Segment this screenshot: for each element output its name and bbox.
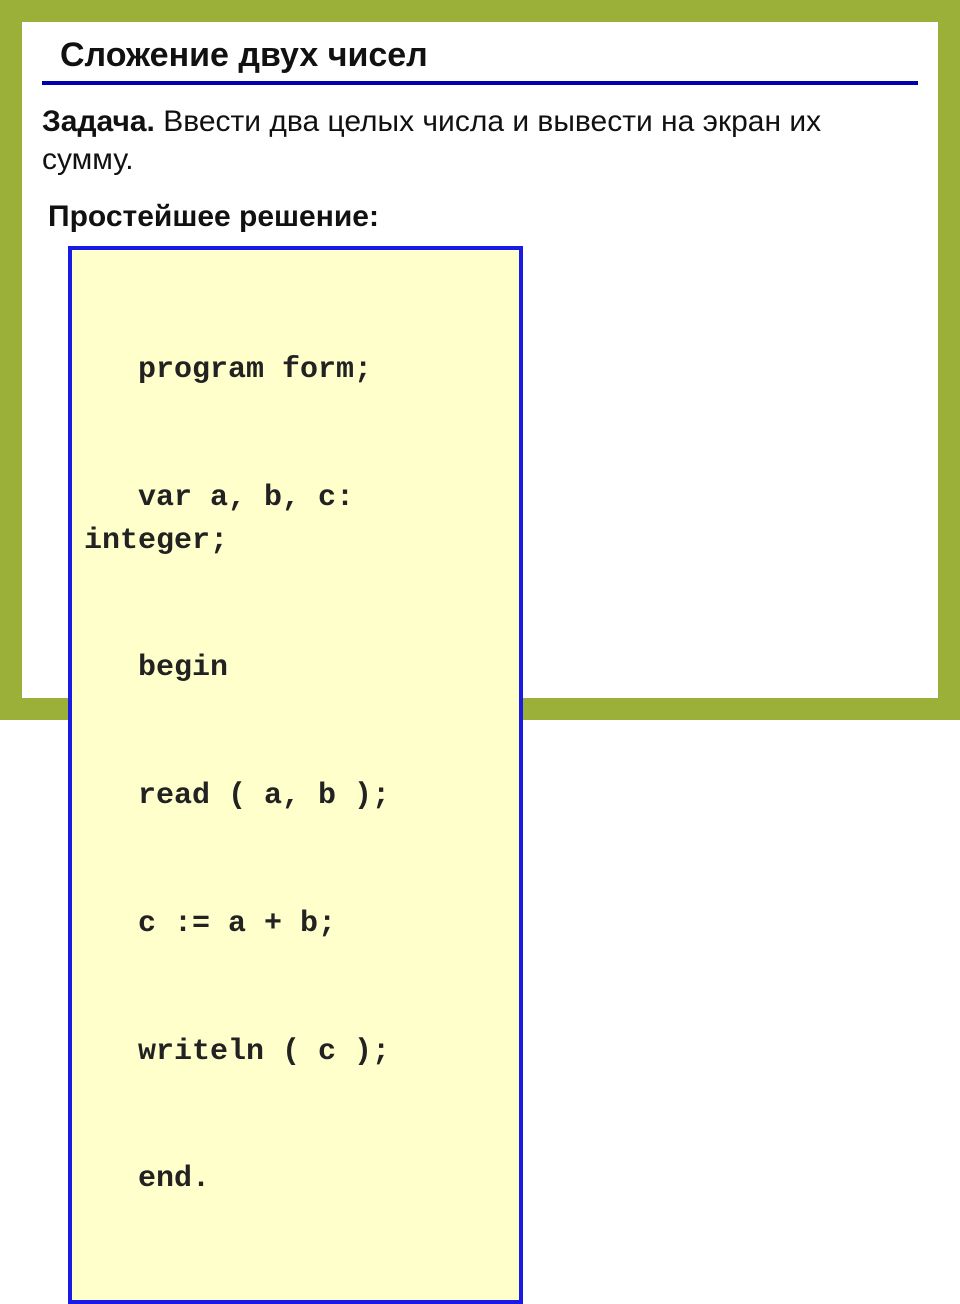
code-line: end. [84,1158,509,1201]
title-underline [42,81,918,85]
code-box: program form; var a, b, c: integer; begi… [68,246,523,1304]
slide-title: Сложение двух чисел [60,36,918,75]
task-label: Задача. [42,105,155,138]
code-listing: program form; var a, b, c: integer; begi… [84,264,509,1286]
code-line: var a, b, c: integer; [84,477,509,562]
slide-content: Сложение двух чисел Задача. Ввести два ц… [22,22,938,1304]
code-line: begin [84,647,509,690]
code-line: program form; [84,349,509,392]
task-text: Ввести два целых числа и вывести на экра… [42,105,821,176]
task-paragraph: Задача. Ввести два целых числа и вывести… [42,103,918,178]
slide-frame: Сложение двух чисел Задача. Ввести два ц… [0,0,960,720]
code-line: writeln ( c ); [84,1031,509,1074]
code-line: c := a + b; [84,903,509,946]
solution-heading: Простейшее решение: [48,200,918,234]
code-line: read ( a, b ); [84,775,509,818]
